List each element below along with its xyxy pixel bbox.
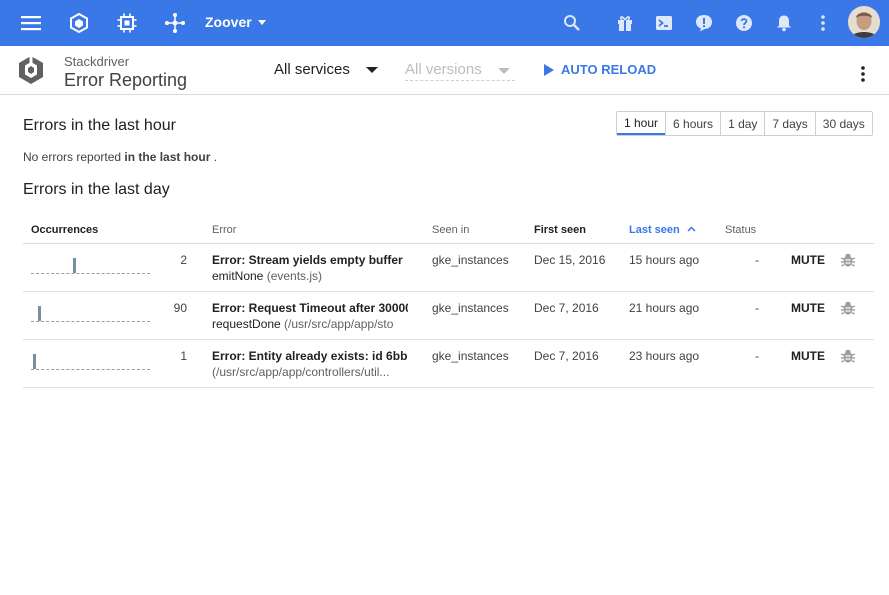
error-function: emitNone — [212, 269, 264, 283]
table-row[interactable]: 2 Error: Stream yields empty buffer emitNo… — [23, 244, 874, 292]
network-icon[interactable] — [163, 11, 187, 35]
error-file: (/usr/src/app/app/sto — [280, 317, 394, 331]
hamburger-icon[interactable] — [19, 11, 43, 35]
range-6-hours[interactable]: 6 hours — [665, 112, 720, 135]
first-seen: Dec 7, 2016 — [534, 349, 599, 363]
occurrence-sparkline — [31, 254, 150, 274]
last-seen: 15 hours ago — [629, 253, 700, 267]
error-location: emitNone (events.js) — [212, 269, 408, 283]
sort-ascending-icon — [687, 226, 696, 232]
project-name: Zoover — [205, 14, 252, 30]
bug-icon[interactable] — [840, 300, 856, 316]
error-title[interactable]: Error: Entity already exists: id 6bb1 — [212, 349, 408, 363]
search-icon[interactable] — [560, 11, 584, 35]
more-vert-icon[interactable] — [811, 11, 835, 35]
col-seen-in: Seen in — [432, 224, 470, 236]
range-1-day[interactable]: 1 day — [720, 112, 764, 135]
sparkline-bar — [73, 258, 76, 273]
no-errors-emphasis: in the last hour — [124, 150, 211, 164]
col-last-seen[interactable]: Last seen — [629, 224, 696, 236]
help-icon[interactable] — [732, 11, 756, 35]
seen-in: gke_instances — [432, 349, 509, 363]
services-dropdown[interactable]: All services — [274, 61, 378, 78]
auto-reload-label: AUTO RELOAD — [561, 62, 657, 77]
versions-dropdown[interactable]: All versions — [405, 61, 515, 81]
table-row[interactable]: 90 Error: Request Timeout after 30000 requ… — [23, 292, 874, 340]
page-header: Stackdriver Error Reporting All services… — [0, 46, 889, 95]
occurrence-count: 1 — [180, 349, 187, 363]
products-icon[interactable] — [67, 11, 91, 35]
col-occurrences[interactable]: Occurrences — [31, 224, 98, 236]
error-location: requestDone (/usr/src/app/app/sto — [212, 317, 408, 331]
status-value: - — [755, 349, 759, 363]
table-header: Occurrences Error Seen in First seen Las… — [23, 219, 874, 244]
seen-in: gke_instances — [432, 301, 509, 315]
table-row[interactable]: 1 Error: Entity already exists: id 6bb1 (/… — [23, 340, 874, 388]
dropdown-arrow-icon — [366, 67, 378, 73]
range-1-hour[interactable]: 1 hour — [617, 112, 666, 135]
mute-button[interactable]: MUTE — [791, 349, 825, 363]
dropdown-arrow-icon — [498, 68, 510, 74]
cloud-shell-icon[interactable] — [652, 11, 676, 35]
col-first-seen[interactable]: First seen — [534, 224, 586, 236]
bug-icon[interactable] — [840, 252, 856, 268]
alert-icon[interactable] — [692, 11, 716, 35]
play-icon — [544, 63, 554, 76]
range-30-days[interactable]: 30 days — [814, 112, 872, 135]
occurrence-count: 90 — [173, 301, 187, 315]
no-errors-prefix: No errors reported — [23, 150, 125, 164]
col-error: Error — [212, 224, 237, 236]
status-value: - — [755, 253, 759, 267]
occurrence-sparkline — [31, 350, 150, 370]
no-errors-message: No errors reported in the last hour . — [23, 150, 217, 164]
brand-name: Stackdriver — [64, 54, 130, 69]
first-seen: Dec 15, 2016 — [534, 253, 606, 267]
col-last-seen-label: Last seen — [629, 224, 680, 236]
last-day-heading: Errors in the last day — [23, 181, 170, 198]
error-title[interactable]: Error: Request Timeout after 30000 — [212, 301, 408, 315]
error-title[interactable]: Error: Stream yields empty buffer — [212, 253, 408, 267]
avatar[interactable] — [848, 6, 880, 38]
page-title: Error Reporting — [64, 70, 188, 90]
sparkline-bar — [33, 354, 36, 369]
notifications-icon[interactable] — [772, 11, 796, 35]
time-range-selector: 1 hour 6 hours 1 day 7 days 30 days — [616, 111, 873, 136]
mute-button[interactable]: MUTE — [791, 253, 825, 267]
last-seen: 21 hours ago — [629, 301, 700, 315]
mute-button[interactable]: MUTE — [791, 301, 825, 315]
error-location: (/usr/src/app/app/controllers/util... — [212, 365, 408, 379]
chip-icon[interactable] — [115, 11, 139, 35]
versions-dropdown-label: All versions — [405, 61, 482, 78]
last-hour-heading: Errors in the last hour — [23, 117, 176, 134]
occurrence-sparkline — [31, 302, 150, 322]
col-status: Status — [725, 224, 757, 236]
stackdriver-logo-icon — [16, 55, 46, 85]
error-function: requestDone — [212, 317, 281, 331]
bug-icon[interactable] — [840, 348, 856, 364]
auto-reload-button[interactable]: AUTO RELOAD — [544, 62, 656, 77]
error-file: (events.js) — [263, 269, 323, 283]
services-dropdown-label: All services — [274, 61, 350, 78]
errors-table: Occurrences Error Seen in First seen Las… — [23, 219, 874, 388]
occurrence-count: 2 — [180, 253, 187, 267]
gift-icon[interactable] — [613, 11, 637, 35]
no-errors-suffix: . — [210, 150, 218, 164]
project-selector[interactable]: Zoover — [205, 13, 266, 31]
range-7-days[interactable]: 7 days — [764, 112, 814, 135]
status-value: - — [755, 301, 759, 315]
last-seen: 23 hours ago — [629, 349, 700, 363]
first-seen: Dec 7, 2016 — [534, 301, 599, 315]
error-file: (/usr/src/app/app/controllers/util... — [212, 365, 390, 379]
top-app-bar: Zoover — [0, 0, 889, 46]
sparkline-bar — [38, 306, 41, 321]
more-vert-icon[interactable] — [853, 64, 873, 84]
chevron-down-icon — [257, 19, 266, 25]
seen-in: gke_instances — [432, 253, 509, 267]
